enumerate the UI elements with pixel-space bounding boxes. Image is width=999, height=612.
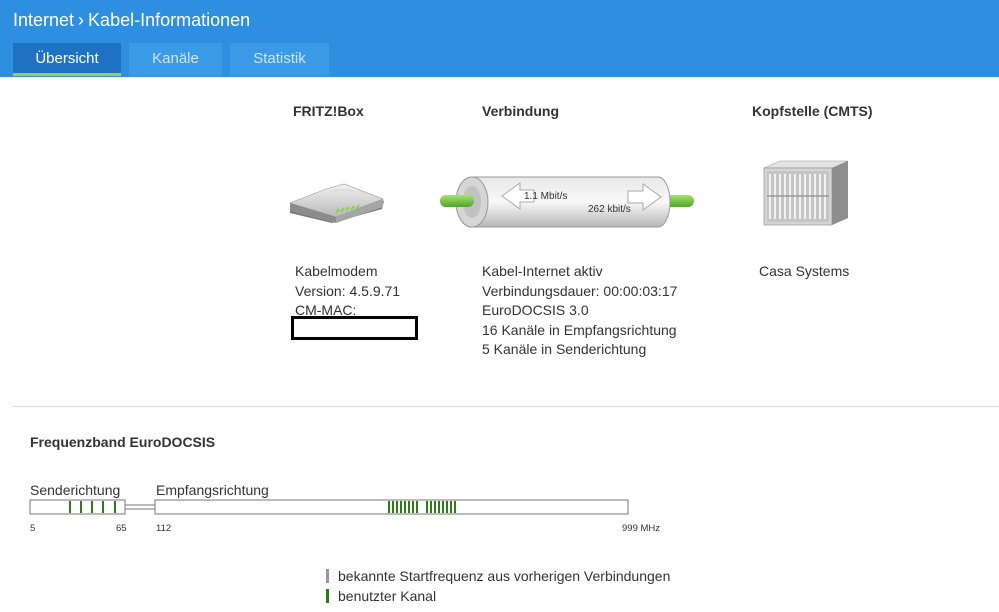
section-divider [12, 406, 999, 407]
legend-used: benutzter Kanal [326, 588, 436, 604]
legend-used-mark [326, 589, 329, 603]
upstream-channel-3 [91, 501, 93, 513]
fritzbox-info: Kabelmodem Version: 4.5.9.71 CM-MAC: [295, 262, 400, 321]
fritzbox-line-version: Version: 4.5.9.71 [295, 282, 401, 299]
tab-kanaele[interactable]: Kanäle [129, 43, 222, 76]
connection-line-docsis: EuroDOCSIS 3.0 [482, 302, 589, 318]
downstream-channel-8 [416, 501, 418, 513]
server-rack-icon [763, 160, 849, 226]
downstream-channel-10 [430, 501, 432, 513]
downstream-band-label: Empfangsrichtung [156, 482, 269, 498]
chevron-right-icon: › [78, 10, 85, 30]
downstream-channel-6 [408, 501, 410, 513]
cmts-title: Kopfstelle (CMTS) [752, 103, 873, 119]
frequency-title: Frequenzband EuroDOCSIS [30, 434, 216, 450]
downstream-channel-1 [388, 501, 390, 513]
downstream-channel-13 [442, 501, 444, 513]
legend-known-mark [326, 569, 329, 583]
upstream-rate: 262 kbit/s [588, 204, 631, 215]
cmts-info: Casa Systems [759, 262, 849, 282]
tick-999: 999 MHz [622, 523, 661, 534]
downstream-channel-7 [412, 501, 414, 513]
tick-5: 5 [30, 523, 36, 534]
connection-tube-icon [440, 176, 694, 228]
connection-line-downstream: 16 Kanäle in Empfangsrichtung [482, 321, 677, 338]
fritzbox-line-model: Kabelmodem [295, 263, 378, 279]
tab-bar: Übersicht Kanäle Statistik [13, 43, 329, 76]
downstream-channel-3 [396, 501, 398, 513]
tab-uebersicht[interactable]: Übersicht [13, 43, 121, 76]
downstream-channel-12 [438, 501, 440, 513]
tick-112: 112 [156, 523, 172, 534]
legend-used-label: benutzter Kanal [338, 588, 437, 604]
router-icon [289, 183, 384, 223]
downstream-channel-11 [434, 501, 436, 513]
downstream-channel-16 [454, 501, 456, 513]
legend-known-label: bekannte Startfrequenz aus vorherigen Ve… [338, 568, 671, 584]
connection-title: Verbindung [482, 103, 559, 119]
page-header: Internet › Kabel-Informationen Übersicht… [0, 0, 999, 77]
downstream-rate: 1.1 Mbit/s [524, 191, 568, 202]
page-title: Kabel-Informationen [88, 10, 251, 30]
upstream-band-label: Senderichtung [30, 482, 121, 498]
downstream-channel-2 [392, 501, 394, 513]
downstream-channel-15 [450, 501, 452, 513]
frequency-band-bars [29, 499, 629, 515]
cmts-line-vendor: Casa Systems [759, 263, 850, 279]
legend-known: bekannte Startfrequenz aus vorherigen Ve… [326, 568, 670, 584]
tab-statistik[interactable]: Statistik [230, 43, 329, 76]
connection-line-status: Kabel-Internet aktiv [482, 263, 603, 279]
tick-65: 65 [116, 523, 127, 534]
connection-line-duration: Verbindungsdauer: 00:00:03:17 [482, 282, 678, 299]
breadcrumb: Internet › Kabel-Informationen [13, 10, 250, 31]
downstream-channel-14 [446, 501, 448, 513]
connection-info: Kabel-Internet aktiv Verbindungsdauer: 0… [482, 262, 677, 360]
breadcrumb-internet[interactable]: Internet [13, 10, 74, 31]
upstream-channel-4 [102, 501, 104, 513]
upstream-channel-1 [69, 501, 71, 513]
fritzbox-title: FRITZ!Box [293, 103, 364, 119]
upstream-channel-5 [114, 501, 116, 513]
mac-redacted-box [291, 316, 418, 340]
downstream-channel-9 [426, 501, 428, 513]
upstream-channel-2 [80, 501, 82, 513]
downstream-channel-5 [404, 501, 406, 513]
downstream-channel-4 [400, 501, 402, 513]
connection-line-upstream: 5 Kanäle in Senderichtung [482, 341, 647, 357]
